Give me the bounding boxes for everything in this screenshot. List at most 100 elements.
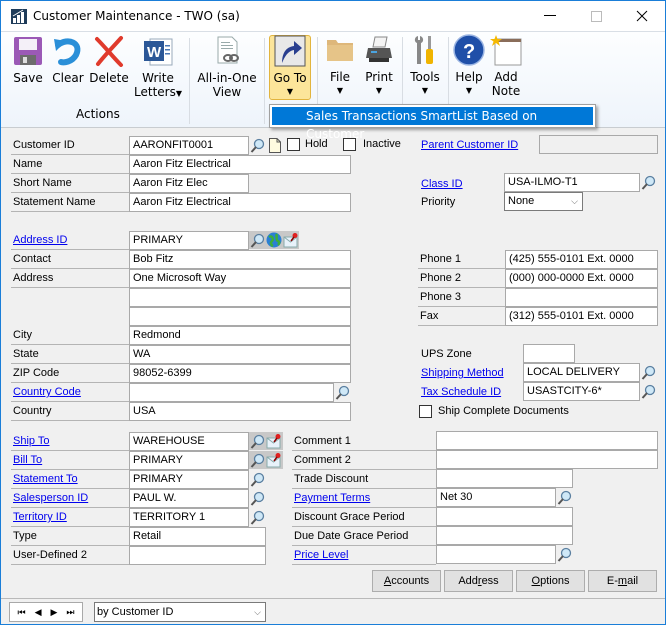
user-defined-2-field[interactable]: [129, 546, 266, 565]
goto-button[interactable]: Go To ▼: [269, 34, 311, 97]
name-field[interactable]: Aaron Fitz Electrical: [129, 155, 351, 174]
address-id-lookup-button[interactable]: [249, 231, 266, 249]
file-button[interactable]: File ▼: [323, 34, 357, 96]
payment-terms-lookup-button[interactable]: [556, 488, 573, 506]
payment-terms-link[interactable]: Payment Terms: [292, 489, 436, 508]
territory-id-field[interactable]: TERRITORY 1: [129, 508, 249, 527]
next-record-icon[interactable]: ▶: [50, 607, 57, 617]
close-button[interactable]: [619, 1, 665, 31]
first-record-icon[interactable]: ⏮: [17, 607, 25, 617]
customer-id-lookup-button[interactable]: [249, 136, 266, 154]
address-line1-field[interactable]: One Microsoft Way: [129, 269, 351, 288]
tax-schedule-id-link[interactable]: Tax Schedule ID: [419, 383, 501, 402]
price-level-lookup-button[interactable]: [556, 545, 573, 563]
bill-to-lookup-button[interactable]: [249, 451, 266, 469]
fax-field[interactable]: (312) 555-0101 Ext. 0000: [505, 307, 658, 326]
maximize-button[interactable]: [573, 1, 619, 31]
class-id-link[interactable]: Class ID: [419, 175, 463, 194]
goto-dropdown-menu: Sales Transactions SmartList Based on Cu…: [269, 104, 596, 141]
country-code-link[interactable]: Country Code: [11, 383, 129, 402]
hold-checkbox[interactable]: [287, 138, 300, 151]
accounts-button[interactable]: Accounts: [372, 570, 441, 592]
shipping-method-lookup-button[interactable]: [640, 363, 657, 381]
country-label: Country: [11, 402, 129, 421]
ship-to-field[interactable]: WAREHOUSE: [129, 432, 249, 451]
help-button[interactable]: ? Help ▼: [452, 34, 486, 96]
address-email-button[interactable]: [282, 231, 299, 249]
phone2-field[interactable]: (000) 000-0000 Ext. 0000: [505, 269, 658, 288]
address-id-link[interactable]: Address ID: [11, 231, 129, 250]
help-caret-icon: ▼: [465, 86, 473, 95]
salesperson-id-field[interactable]: PAUL W.: [129, 489, 249, 508]
parent-customer-id-link[interactable]: Parent Customer ID: [419, 136, 518, 155]
bill-to-email-button[interactable]: [265, 451, 282, 469]
city-field[interactable]: Redmond: [129, 326, 351, 345]
parent-customer-id-field[interactable]: [539, 135, 658, 154]
bill-to-link[interactable]: Bill To: [11, 451, 129, 470]
all-in-one-view-button[interactable]: All-in-One View: [195, 35, 259, 99]
address-map-button[interactable]: [265, 231, 282, 249]
customer-id-field[interactable]: AARONFIT0001: [129, 136, 249, 155]
statement-to-field[interactable]: PRIMARY: [129, 470, 249, 489]
zip-code-field[interactable]: 98052-6399: [129, 364, 351, 383]
minimize-button[interactable]: [527, 1, 573, 31]
comment2-field[interactable]: [436, 450, 658, 469]
last-record-icon[interactable]: ⏭: [66, 607, 74, 617]
phone1-field[interactable]: (425) 555-0101 Ext. 0000: [505, 250, 658, 269]
country-code-field[interactable]: [129, 383, 334, 402]
trade-discount-field[interactable]: [436, 469, 573, 488]
comment1-field[interactable]: [436, 431, 658, 450]
email-button[interactable]: E-mail: [588, 570, 657, 592]
state-field[interactable]: WA: [129, 345, 351, 364]
statement-name-field[interactable]: Aaron Fitz Electrical: [129, 193, 351, 212]
tax-schedule-id-field[interactable]: USASTCITY-6*: [523, 382, 640, 401]
ship-to-lookup-button[interactable]: [249, 432, 266, 450]
save-button[interactable]: Save: [9, 35, 47, 85]
menu-item-sales-transactions-smartlist[interactable]: Sales Transactions SmartList Based on Cu…: [272, 107, 593, 141]
ship-to-email-button[interactable]: [265, 432, 282, 450]
discount-grace-period-field[interactable]: [436, 507, 573, 526]
country-code-lookup-button[interactable]: [334, 383, 351, 401]
tools-button[interactable]: Tools ▼: [407, 34, 443, 96]
contact-field[interactable]: Bob Fitz: [129, 250, 351, 269]
ups-zone-field[interactable]: [523, 344, 575, 363]
payment-terms-field[interactable]: Net 30: [436, 488, 556, 507]
bill-to-field[interactable]: PRIMARY: [129, 451, 249, 470]
statement-to-lookup-button[interactable]: [249, 470, 266, 488]
phone3-field[interactable]: [505, 288, 658, 307]
class-id-field[interactable]: USA-ILMO-T1: [504, 173, 640, 192]
price-level-link[interactable]: Price Level: [292, 546, 436, 565]
territory-id-link[interactable]: Territory ID: [11, 508, 129, 527]
price-level-field[interactable]: [436, 545, 556, 564]
country-field[interactable]: USA: [129, 402, 351, 421]
due-date-grace-period-field[interactable]: [436, 526, 573, 545]
address-button[interactable]: Address: [444, 570, 513, 592]
sort-by-select[interactable]: by Customer ID ⌵: [94, 602, 266, 622]
salesperson-id-link[interactable]: Salesperson ID: [11, 489, 129, 508]
ship-to-link[interactable]: Ship To: [11, 432, 129, 451]
delete-button[interactable]: Delete: [89, 35, 129, 85]
priority-label: Priority: [421, 196, 456, 208]
shipping-method-field[interactable]: LOCAL DELIVERY: [523, 363, 640, 382]
priority-select[interactable]: None ⌵: [504, 192, 583, 211]
options-button[interactable]: Options: [516, 570, 585, 592]
previous-record-icon[interactable]: ◀: [35, 607, 42, 617]
salesperson-lookup-button[interactable]: [249, 489, 266, 507]
add-note-button[interactable]: Add Note: [489, 34, 523, 98]
address-id-field[interactable]: PRIMARY: [129, 231, 249, 250]
address-line3-field[interactable]: [129, 307, 351, 326]
class-id-lookup-button[interactable]: [640, 173, 657, 191]
short-name-field[interactable]: Aaron Fitz Elec: [129, 174, 249, 193]
shipping-method-link[interactable]: Shipping Method: [419, 364, 504, 383]
print-button[interactable]: Print ▼: [361, 34, 397, 96]
ship-complete-documents-checkbox[interactable]: [419, 405, 432, 418]
tax-schedule-lookup-button[interactable]: [640, 382, 657, 400]
write-letters-button[interactable]: W Write Letters▼: [133, 35, 183, 101]
address-line2-field[interactable]: [129, 288, 351, 307]
territory-lookup-button[interactable]: [249, 508, 266, 526]
statement-to-link[interactable]: Statement To: [11, 470, 129, 489]
type-field[interactable]: Retail: [129, 527, 266, 546]
ribbon-separator: [189, 38, 190, 124]
clear-button[interactable]: Clear: [51, 35, 85, 85]
customer-note-button[interactable]: [266, 136, 283, 154]
